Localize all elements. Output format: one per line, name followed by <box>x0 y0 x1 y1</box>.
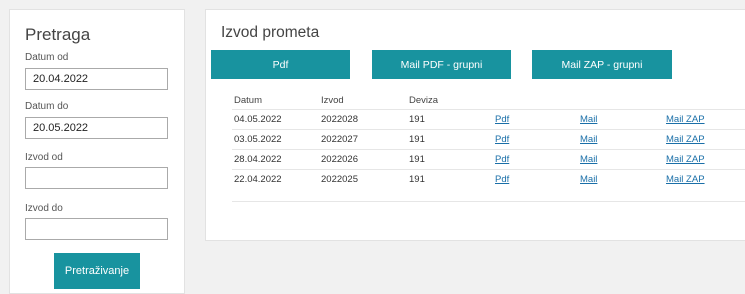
mail-pdf-group-button[interactable]: Mail PDF - grupni <box>372 50 511 79</box>
row-pdf-link[interactable]: Pdf <box>495 114 509 125</box>
table-row: 03.05.2022 2022027 191 Pdf Mail Mail ZAP <box>232 129 745 150</box>
table-divider <box>232 201 745 202</box>
date-from-input[interactable] <box>25 68 168 90</box>
mail-zap-group-button[interactable]: Mail ZAP - grupni <box>532 50 672 79</box>
statement-title: Izvod prometa <box>221 24 320 41</box>
row-currency: 191 <box>409 114 425 125</box>
row-date: 28.04.2022 <box>234 154 282 165</box>
statement-from-input[interactable] <box>25 167 168 189</box>
row-currency: 191 <box>409 154 425 165</box>
row-pdf-link[interactable]: Pdf <box>495 174 509 185</box>
search-panel: Pretraga Datum od Datum do Izvod od Izvo… <box>9 9 185 294</box>
row-date: 22.04.2022 <box>234 174 282 185</box>
row-mail-link[interactable]: Mail <box>580 174 597 185</box>
search-title: Pretraga <box>25 25 91 44</box>
row-mail-link[interactable]: Mail <box>580 114 597 125</box>
date-from-label: Datum od <box>25 52 69 63</box>
row-pdf-link[interactable]: Pdf <box>495 154 509 165</box>
row-mail-link[interactable]: Mail <box>580 154 597 165</box>
pdf-button[interactable]: Pdf <box>211 50 350 79</box>
row-mail-zap-link[interactable]: Mail ZAP <box>666 154 705 165</box>
table-row: 04.05.2022 2022028 191 Pdf Mail Mail ZAP <box>232 109 745 130</box>
search-button[interactable]: Pretraživanje <box>54 253 140 289</box>
statement-panel: Izvod prometa Pdf Mail PDF - grupni Mail… <box>205 9 745 241</box>
row-date: 04.05.2022 <box>234 114 282 125</box>
row-currency: 191 <box>409 174 425 185</box>
row-mail-zap-link[interactable]: Mail ZAP <box>666 174 705 185</box>
row-mail-zap-link[interactable]: Mail ZAP <box>666 134 705 145</box>
row-mail-zap-link[interactable]: Mail ZAP <box>666 114 705 125</box>
row-number: 2022027 <box>321 134 358 145</box>
date-to-label: Datum do <box>25 101 69 112</box>
row-mail-link[interactable]: Mail <box>580 134 597 145</box>
column-header-number: Izvod <box>321 95 344 106</box>
row-pdf-link[interactable]: Pdf <box>495 134 509 145</box>
row-number: 2022025 <box>321 174 358 185</box>
date-to-input[interactable] <box>25 117 168 139</box>
table-row: 22.04.2022 2022025 191 Pdf Mail Mail ZAP <box>232 169 745 190</box>
column-header-currency: Deviza <box>409 95 439 106</box>
row-number: 2022026 <box>321 154 358 165</box>
table-row: 28.04.2022 2022026 191 Pdf Mail Mail ZAP <box>232 149 745 170</box>
statement-to-label: Izvod do <box>25 203 63 214</box>
statement-from-label: Izvod od <box>25 152 63 163</box>
row-date: 03.05.2022 <box>234 134 282 145</box>
row-number: 2022028 <box>321 114 358 125</box>
row-currency: 191 <box>409 134 425 145</box>
statement-to-input[interactable] <box>25 218 168 240</box>
column-header-date: Datum <box>234 95 262 106</box>
